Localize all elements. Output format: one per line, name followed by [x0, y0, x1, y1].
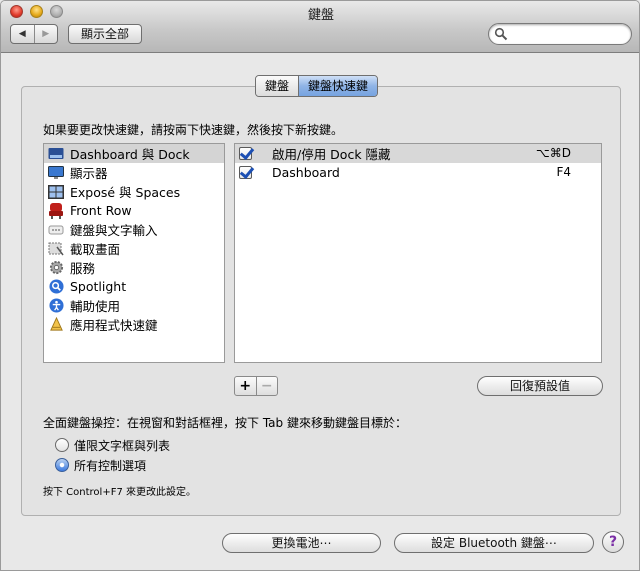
- category-item-display[interactable]: 顯示器: [44, 163, 224, 182]
- add-shortcut-button[interactable]: +: [235, 377, 256, 395]
- category-item-spotlight[interactable]: Spotlight: [44, 277, 224, 296]
- dashboard-dock-icon: [48, 146, 64, 162]
- category-label: 截取畫面: [70, 242, 121, 257]
- remove-shortcut-button[interactable]: −: [255, 377, 278, 395]
- services-gear-icon: [48, 260, 64, 276]
- radio-button[interactable]: [55, 438, 69, 452]
- control-f7-note: 按下 Control+F7 來更改此設定。: [43, 487, 196, 498]
- category-item-front-row[interactable]: Front Row: [44, 201, 224, 220]
- display-icon: [48, 165, 64, 181]
- window-title: 鍵盤: [307, 8, 334, 23]
- category-item-keyboard-text-input[interactable]: 鍵盤與文字輸入: [44, 220, 224, 239]
- expose-spaces-icon: [48, 184, 64, 200]
- category-item-services[interactable]: 服務: [44, 258, 224, 277]
- category-list[interactable]: Dashboard 與 Dock 顯示器 Exposé 與 Spaces Fro…: [43, 143, 225, 363]
- screenshot-icon: [48, 241, 64, 257]
- tab-keyboard[interactable]: 鍵盤: [256, 76, 299, 96]
- radio-label: 僅限文字框與列表: [74, 438, 171, 453]
- shortcut-key[interactable]: F4: [556, 165, 571, 179]
- instructions-text: 如果要更改快速鍵，請按兩下快速鍵，然後按下新按鍵。: [43, 123, 344, 137]
- category-label: 輔助使用: [70, 299, 121, 314]
- category-item-universal-access[interactable]: 輔助使用: [44, 296, 224, 315]
- category-label: 應用程式快速鍵: [70, 318, 158, 333]
- category-label: 顯示器: [70, 166, 108, 181]
- show-all-button[interactable]: 顯示全部: [68, 24, 142, 44]
- category-item-app-shortcuts[interactable]: 應用程式快速鍵: [44, 315, 224, 334]
- category-item-dashboard-dock[interactable]: Dashboard 與 Dock: [44, 144, 224, 163]
- shortcut-row-dashboard[interactable]: Dashboard F4: [235, 163, 601, 182]
- front-row-icon: [48, 202, 64, 219]
- shortcut-key[interactable]: ⌥⌘D: [536, 146, 571, 160]
- keyboard-text-input-icon: [48, 222, 64, 238]
- radio-text-boxes-lists[interactable]: 僅限文字框與列表: [55, 437, 170, 453]
- setup-bluetooth-keyboard-button[interactable]: 設定 Bluetooth 鍵盤⋯: [394, 533, 594, 553]
- full-keyboard-access-label: 全面鍵盤操控：在視窗和對話框裡，按下 Tab 鍵來移動鍵盤目標於：: [43, 416, 407, 430]
- change-battery-button[interactable]: 更換電池⋯: [222, 533, 381, 553]
- keyboard-preferences-window: 鍵盤 ◀ ▶ 顯示全部 鍵盤 鍵盤快速鍵 如果要更改快速鍵，請按兩下快速鍵，然後…: [0, 0, 640, 571]
- category-label: 鍵盤與文字輸入: [70, 223, 158, 238]
- forward-button[interactable]: ▶: [33, 25, 58, 43]
- back-forward-control: ◀ ▶: [10, 24, 58, 44]
- category-label: Dashboard 與 Dock: [70, 147, 190, 162]
- spotlight-icon: [48, 279, 64, 295]
- shortcut-row-toggle-dock-hiding[interactable]: 啟用/停用 Dock 隱藏 ⌥⌘D: [235, 144, 601, 163]
- back-button[interactable]: ◀: [11, 25, 34, 43]
- radio-label: 所有控制選項: [74, 458, 147, 473]
- radio-button[interactable]: [55, 458, 69, 472]
- category-label: Exposé 與 Spaces: [70, 185, 181, 200]
- titlebar: 鍵盤 ◀ ▶ 顯示全部: [1, 1, 639, 53]
- search-input[interactable]: [511, 26, 625, 42]
- shortcut-list[interactable]: 啟用/停用 Dock 隱藏 ⌥⌘D Dashboard F4: [234, 143, 602, 363]
- help-button[interactable]: ?: [602, 531, 624, 553]
- search-field[interactable]: [488, 23, 632, 45]
- shortcut-label: Dashboard: [272, 165, 340, 180]
- shortcut-label: 啟用/停用 Dock 隱藏: [272, 147, 391, 162]
- restore-defaults-button[interactable]: 回復預設值: [477, 376, 603, 396]
- tab-keyboard-shortcuts[interactable]: 鍵盤快速鍵: [298, 76, 378, 96]
- universal-access-icon: [48, 298, 64, 314]
- category-item-screenshot[interactable]: 截取畫面: [44, 239, 224, 258]
- tab-bar: 鍵盤 鍵盤快速鍵: [255, 75, 379, 97]
- shortcut-enabled-checkbox[interactable]: [239, 147, 252, 160]
- category-item-expose-spaces[interactable]: Exposé 與 Spaces: [44, 182, 224, 201]
- category-label: Front Row: [70, 203, 132, 218]
- shortcut-enabled-checkbox[interactable]: [239, 166, 252, 179]
- category-label: Spotlight: [70, 279, 127, 294]
- search-icon: [494, 27, 508, 41]
- app-shortcuts-icon: [48, 317, 64, 333]
- category-label: 服務: [70, 261, 96, 276]
- add-remove-control: + −: [234, 376, 278, 396]
- radio-all-controls[interactable]: 所有控制選項: [55, 457, 146, 473]
